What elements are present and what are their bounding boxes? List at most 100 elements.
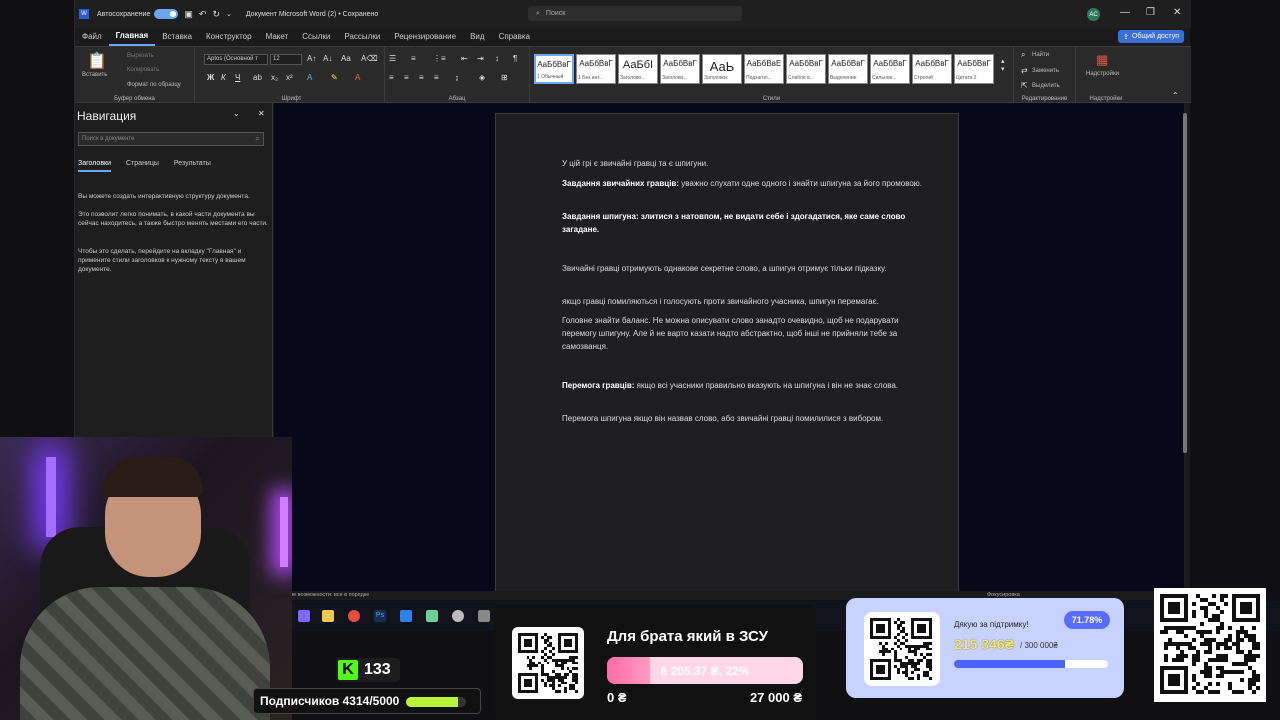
style-tile[interactable]: АаБбВвГ 1 Обычный <box>534 54 574 84</box>
qat-dropdown-icon[interactable]: ⌄ <box>226 10 232 18</box>
align-right-icon[interactable]: ≡ <box>419 73 424 82</box>
style-tile[interactable]: АаБбВвГ Строгий <box>912 54 952 84</box>
show-marks-icon[interactable]: ¶ <box>513 54 517 63</box>
taskbar-app-icon[interactable] <box>400 610 412 622</box>
increase-indent-icon[interactable]: ⇥ <box>477 54 484 63</box>
borders-icon[interactable]: ⊞ <box>501 73 508 82</box>
clear-format-icon[interactable]: A⌫ <box>361 54 378 63</box>
decrease-indent-icon[interactable]: ⇤ <box>461 54 468 63</box>
style-tile-name: Цитата 2 <box>956 75 977 81</box>
change-case-icon[interactable]: Aa <box>341 54 351 63</box>
find-button[interactable]: Найти <box>1032 52 1049 58</box>
style-tile-preview: АаБбВвГ <box>579 59 613 68</box>
shading-icon[interactable]: ◈ <box>479 73 485 82</box>
addins-icon[interactable]: ▦ <box>1096 52 1108 68</box>
paste-button[interactable]: Вставить <box>82 72 107 78</box>
bullets-icon[interactable]: ☰ <box>389 54 396 63</box>
autosave-toggle[interactable] <box>154 9 179 19</box>
sort-icon[interactable]: ↕ <box>495 54 499 63</box>
cut-button[interactable]: Вырезать <box>127 53 154 59</box>
document-page[interactable]: У цій грі є звичайні гравці та є шпигуни… <box>495 113 959 600</box>
tab-pages[interactable]: Страницы <box>126 160 159 172</box>
addins-button[interactable]: Надстройки <box>1086 71 1119 77</box>
format-painter-button[interactable]: Формат по образцу <box>127 82 181 88</box>
taskbar-app3-icon[interactable] <box>452 610 464 622</box>
save-icon[interactable]: ▣ <box>184 9 193 20</box>
tab-results[interactable]: Результаты <box>174 160 211 172</box>
numbering-icon[interactable]: ≡ <box>411 54 416 63</box>
document-title[interactable]: Документ Microsoft Word (2) • Сохранено <box>246 11 378 18</box>
font-color-icon[interactable]: A <box>355 73 360 82</box>
nav-search-input[interactable]: Поиск в документе ⌕ <box>78 132 264 146</box>
share-button[interactable]: ⇪ Общий доступ <box>1118 30 1184 43</box>
menu-insert[interactable]: Вставка <box>155 28 199 45</box>
copy-button[interactable]: Копировать <box>127 67 159 73</box>
restore-icon[interactable]: ❐ <box>1146 7 1155 18</box>
shrink-font-icon[interactable]: A↓ <box>323 54 332 63</box>
highlight-icon[interactable]: ✎ <box>331 73 338 82</box>
subscript-icon[interactable]: x₂ <box>271 73 278 82</box>
line-spacing-icon[interactable]: ↨ <box>455 73 459 82</box>
style-tile[interactable]: АаБбВвГ 1 Без инт... <box>576 54 616 84</box>
strikethrough-icon[interactable]: ab <box>253 73 262 82</box>
telegram-qr-code <box>1154 588 1266 702</box>
bold-icon[interactable]: Ж <box>207 73 214 82</box>
qr-module <box>920 659 924 663</box>
menu-mailings[interactable]: Рассылки <box>337 28 387 45</box>
style-tile[interactable]: АаЬ Заголовок <box>702 54 742 84</box>
text-effects-icon[interactable]: A <box>307 73 312 82</box>
taskbar-apps-icon[interactable] <box>298 610 310 622</box>
editing-group-label: Редактирование <box>1021 96 1068 102</box>
style-tile[interactable]: АаБбВвЕ Подзагол... <box>744 54 784 84</box>
menu-layout[interactable]: Макет <box>259 28 296 45</box>
taskbar-explorer-icon[interactable] <box>322 610 334 622</box>
font-name-select[interactable]: Aptos (Основной т <box>204 54 268 65</box>
font-size-select[interactable]: 12 <box>270 54 302 65</box>
style-tile[interactable]: АаБбВвГ Заголово... <box>660 54 700 84</box>
nav-options-icon[interactable]: ⌄ <box>233 109 240 118</box>
italic-icon[interactable]: К <box>221 73 226 82</box>
style-tile[interactable]: АаБбВвГ Выделение <box>828 54 868 84</box>
menu-file[interactable]: Файл <box>75 28 109 45</box>
menu-references[interactable]: Ссылки <box>295 28 337 45</box>
style-tile[interactable]: АаБбІ Заголово... <box>618 54 658 84</box>
multilevel-list-icon[interactable]: ⋮≡ <box>433 54 446 63</box>
search-input[interactable]: ⌕ Поиск <box>528 6 742 21</box>
collapse-ribbon-icon[interactable]: ⌃ <box>1172 91 1179 100</box>
style-tile[interactable]: АаБбВвГ Слабое в... <box>786 54 826 84</box>
close-icon[interactable]: ✕ <box>1173 7 1181 18</box>
redo-icon[interactable]: ↻ <box>212 9 220 20</box>
underline-icon[interactable]: Ч <box>235 73 240 82</box>
avatar[interactable]: AC <box>1087 8 1100 21</box>
style-tile[interactable]: АаБбВвГ Цитата 2 <box>954 54 994 84</box>
replace-button[interactable]: Заменить <box>1032 68 1059 74</box>
menu-review[interactable]: Рецензирование <box>387 28 463 45</box>
style-tile[interactable]: АаБбВвГ Сильное... <box>870 54 910 84</box>
styles-more-icon[interactable]: ▴ ▾ <box>1001 57 1005 73</box>
align-left-icon[interactable]: ≡ <box>389 73 394 82</box>
menu-design[interactable]: Конструктор <box>199 28 259 45</box>
nav-close-icon[interactable]: ✕ <box>258 109 265 118</box>
taskbar-photoshop-icon[interactable]: Ps <box>374 610 386 622</box>
vertical-scrollbar[interactable] <box>1183 113 1187 453</box>
tab-headings[interactable]: Заголовки <box>78 160 112 172</box>
qr-module <box>1256 646 1260 650</box>
menu-home[interactable]: Главная <box>108 27 156 46</box>
doc-paragraph-3: Завдання шпигуна: злитися з натовпом, не… <box>562 210 926 236</box>
grow-font-icon[interactable]: A↑ <box>307 54 316 63</box>
status-accessibility[interactable]: не возможности: все в порядке <box>290 592 369 598</box>
justify-icon[interactable]: ≡ <box>434 73 439 82</box>
superscript-icon[interactable]: x² <box>286 73 293 82</box>
donation-progress-bar: 6 205.37 ₴, 22% <box>607 657 803 684</box>
select-button[interactable]: Выделить <box>1032 83 1060 89</box>
align-center-icon[interactable]: ≡ <box>404 73 409 82</box>
menu-view[interactable]: Вид <box>463 28 491 45</box>
taskbar-app4-icon[interactable] <box>478 610 490 622</box>
undo-icon[interactable]: ↶ <box>199 9 207 20</box>
taskbar-app2-icon[interactable] <box>426 610 438 622</box>
paste-icon[interactable]: 📋 <box>87 51 107 71</box>
taskbar-chrome-icon[interactable] <box>348 610 360 622</box>
menu-help[interactable]: Справка <box>492 28 537 45</box>
minimize-icon[interactable]: — <box>1120 7 1130 18</box>
doc-paragraph-8: Перемога шпигуна якщо він назвав слово, … <box>562 414 884 423</box>
